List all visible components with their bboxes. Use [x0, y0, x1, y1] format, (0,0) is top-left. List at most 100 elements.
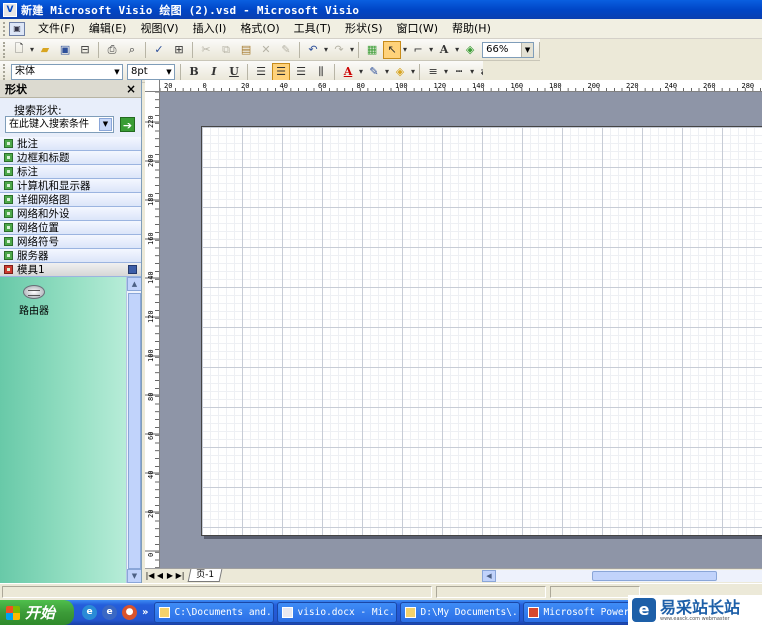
- stencil-servers[interactable]: 服务器: [0, 249, 141, 263]
- previous-page-icon[interactable]: ◀: [155, 570, 165, 582]
- stencil-borders-titles[interactable]: 边框和标题: [0, 151, 141, 165]
- task-powerpoint[interactable]: Microsoft PowerP: [523, 602, 634, 623]
- line-pattern-dropdown-icon[interactable]: ▾: [470, 67, 474, 76]
- search-go-button[interactable]: ➔: [120, 116, 135, 132]
- copy-icon[interactable]: ⧉: [217, 41, 235, 59]
- line-pattern-icon[interactable]: ┅: [450, 63, 468, 81]
- scroll-up-icon[interactable]: ▲: [127, 277, 141, 291]
- pointer-dropdown-icon[interactable]: ▾: [403, 45, 407, 54]
- stencil-annotations[interactable]: 批注: [0, 137, 141, 151]
- line-weight-dropdown-icon[interactable]: ▾: [444, 67, 448, 76]
- align-right-icon[interactable]: ☰: [292, 63, 310, 81]
- task-folder-my-documents[interactable]: D:\My Documents\...: [400, 602, 521, 623]
- document-icon[interactable]: ▣: [9, 21, 25, 36]
- spelling-icon[interactable]: ✓: [150, 41, 168, 59]
- pointer-tool-icon[interactable]: ↖: [383, 40, 402, 59]
- paste-icon[interactable]: ▤: [237, 41, 255, 59]
- italic-button[interactable]: I: [205, 63, 223, 81]
- close-icon[interactable]: ×: [126, 82, 136, 96]
- stencil-network-symbols[interactable]: 网络符号: [0, 235, 141, 249]
- scroll-thumb[interactable]: [128, 293, 141, 569]
- start-button[interactable]: 开始: [0, 600, 74, 625]
- font-color-dropdown-icon[interactable]: ▾: [359, 67, 363, 76]
- menu-tools[interactable]: 工具(T): [287, 20, 338, 38]
- research-icon[interactable]: ⊞: [170, 41, 188, 59]
- stencil-network-locations[interactable]: 网络位置: [0, 221, 141, 235]
- line-ends-icon[interactable]: ⇄: [476, 63, 483, 81]
- stencil-network-peripherals[interactable]: 网络和外设: [0, 207, 141, 221]
- menu-shape[interactable]: 形状(S): [338, 20, 390, 38]
- chrome-icon[interactable]: ●: [122, 605, 137, 620]
- new-document-icon[interactable]: 🗋: [10, 41, 28, 59]
- redo-icon[interactable]: ↷: [330, 41, 348, 59]
- more-icon[interactable]: »: [142, 607, 148, 618]
- ie-icon[interactable]: e: [82, 605, 97, 620]
- chevron-down-icon[interactable]: ▼: [99, 117, 112, 131]
- format-painter-icon[interactable]: ✎: [277, 41, 295, 59]
- distribute-icon[interactable]: ⫼: [312, 63, 330, 81]
- shape-router[interactable]: 路由器: [14, 285, 54, 317]
- save-stencil-icon[interactable]: [128, 265, 137, 274]
- align-center-icon[interactable]: ☰: [272, 62, 290, 81]
- menu-file[interactable]: 文件(F): [31, 20, 82, 38]
- chevron-down-icon[interactable]: ▼: [521, 42, 534, 57]
- undo-icon[interactable]: ↶: [304, 41, 322, 59]
- scroll-left-icon[interactable]: ◀: [482, 570, 496, 582]
- print-icon[interactable]: ⎙: [103, 41, 121, 59]
- toolbar-grip[interactable]: [3, 63, 7, 80]
- task-word-visio-docx[interactable]: visio.docx - Mic...: [277, 602, 398, 623]
- font-color-icon[interactable]: A: [339, 63, 357, 81]
- search-input[interactable]: 在此键入搜索条件 ▼: [5, 115, 114, 133]
- fill-color-dropdown-icon[interactable]: ▾: [411, 67, 415, 76]
- line-color-dropdown-icon[interactable]: ▾: [385, 67, 389, 76]
- permission-icon[interactable]: ⊟: [76, 41, 94, 59]
- zoom-select[interactable]: 66% ▼: [482, 41, 535, 58]
- next-page-icon[interactable]: ▶: [165, 570, 175, 582]
- delete-icon[interactable]: ✕: [257, 41, 275, 59]
- menu-edit[interactable]: 编辑(E): [82, 20, 134, 38]
- font-name-select[interactable]: 宋体 ▼: [11, 63, 123, 80]
- menu-view[interactable]: 视图(V): [133, 20, 185, 38]
- browser-icon[interactable]: e: [102, 605, 117, 620]
- bold-button[interactable]: B: [185, 63, 203, 81]
- line-weight-icon[interactable]: ≡: [424, 63, 442, 81]
- chevron-down-icon[interactable]: ▼: [164, 65, 174, 79]
- connector-tool-icon[interactable]: ⌐: [409, 41, 427, 59]
- chevron-down-icon[interactable]: ▼: [112, 65, 122, 79]
- scroll-thumb[interactable]: [592, 571, 717, 581]
- drawing-canvas[interactable]: [160, 92, 762, 568]
- last-page-icon[interactable]: ▶|: [175, 570, 185, 582]
- stencil-custom[interactable]: 模具1: [0, 263, 141, 277]
- new-dropdown-icon[interactable]: ▾: [30, 45, 34, 54]
- menu-format[interactable]: 格式(O): [233, 20, 286, 38]
- drawing-page[interactable]: [201, 126, 762, 536]
- fill-color-icon[interactable]: ◈: [391, 63, 409, 81]
- text-tool-icon[interactable]: A: [435, 41, 453, 59]
- undo-dropdown-icon[interactable]: ▾: [324, 45, 328, 54]
- stencil-detailed-network[interactable]: 详细网络图: [0, 193, 141, 207]
- align-left-icon[interactable]: ☰: [252, 63, 270, 81]
- connector-dropdown-icon[interactable]: ▾: [429, 45, 433, 54]
- line-color-icon[interactable]: ✎: [365, 63, 383, 81]
- stamp-tool-icon[interactable]: ◈: [461, 41, 479, 59]
- text-dropdown-icon[interactable]: ▾: [455, 45, 459, 54]
- vertical-ruler[interactable]: 220 200 180 160 140 120 100 80 60 40 20 0: [145, 92, 160, 568]
- stencil-callouts[interactable]: 标注: [0, 165, 141, 179]
- task-folder-documents[interactable]: C:\Documents and...: [154, 602, 275, 623]
- toolbar-grip[interactable]: [3, 41, 7, 58]
- cut-icon[interactable]: ✂: [197, 41, 215, 59]
- stencil-computers-monitors[interactable]: 计算机和显示器: [0, 179, 141, 193]
- menu-insert[interactable]: 插入(I): [186, 20, 234, 38]
- page-tab-1[interactable]: 页-1: [187, 569, 223, 582]
- ruler-corner[interactable]: [145, 80, 160, 92]
- menubar-grip[interactable]: [3, 21, 7, 36]
- save-icon[interactable]: ▣: [56, 41, 74, 59]
- horizontal-ruler[interactable]: 20 0 20 40 60 80 100 120 140 160 180 200 220 240 260 28…: [160, 80, 762, 92]
- menu-help[interactable]: 帮助(H): [445, 20, 498, 38]
- open-folder-icon[interactable]: ▰: [36, 41, 54, 59]
- scroll-down-icon[interactable]: ▼: [127, 569, 141, 583]
- stencil-scrollbar[interactable]: ▲ ▼: [126, 277, 141, 583]
- print-preview-icon[interactable]: ⌕: [123, 41, 141, 59]
- first-page-icon[interactable]: |◀: [145, 570, 155, 582]
- visio-app-icon[interactable]: V: [3, 2, 17, 17]
